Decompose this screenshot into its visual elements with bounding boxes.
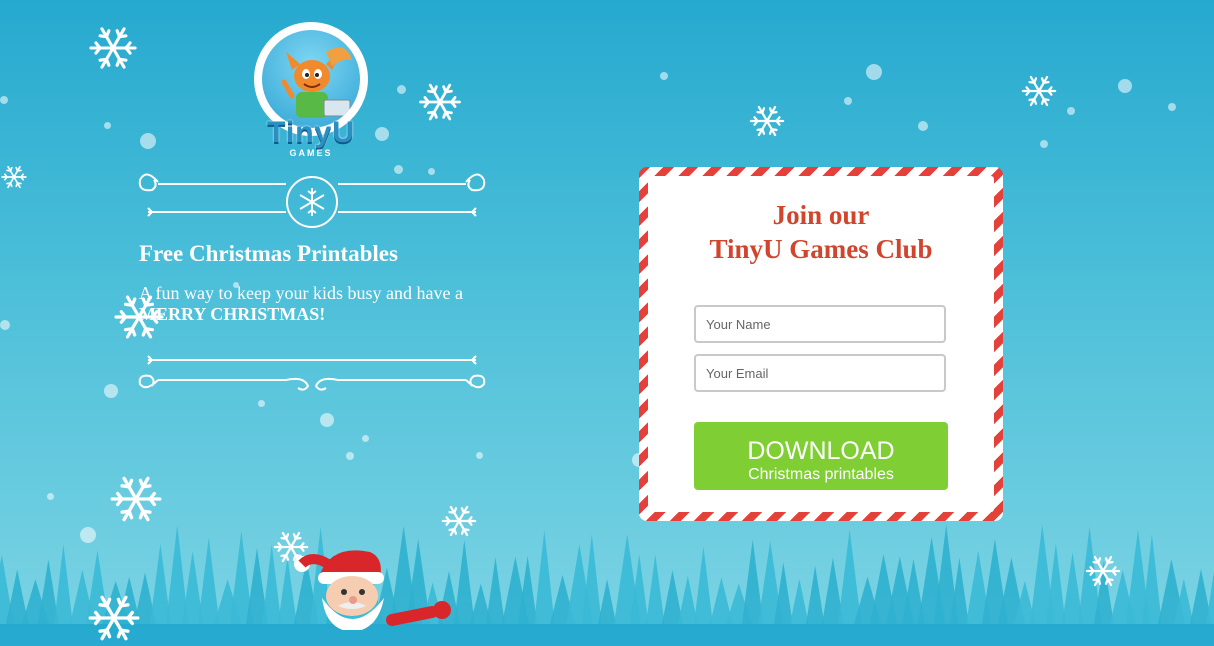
signup-title-line2: TinyU Games Club: [709, 234, 933, 264]
snow-dot: [1118, 79, 1132, 93]
snow-dot: [660, 72, 668, 80]
snow-dot: [844, 97, 852, 105]
santa-icon: [294, 550, 451, 630]
logo-wordmark: TinyU: [267, 116, 355, 149]
signup-title-line1: Join our: [772, 200, 870, 230]
snow-dot: [0, 320, 10, 330]
logo-subtitle: GAMES: [289, 148, 333, 158]
snow-dot: [918, 121, 928, 131]
snowflake-icon: [89, 27, 137, 69]
tinyu-mascot-icon: [262, 30, 360, 128]
promo-headline: Free Christmas Printables: [139, 241, 398, 266]
signup-title: Join our TinyU Games Club: [648, 198, 994, 266]
signup-card: Join our TinyU Games Club DOWNLOAD Chris…: [639, 167, 1003, 521]
snow-dot: [104, 122, 111, 129]
snowflake-icon: [441, 505, 477, 537]
ornament-divider-top: [138, 173, 486, 228]
ornament-divider-bottom: [138, 355, 486, 391]
snow-dot: [346, 452, 354, 460]
snow-dot: [0, 96, 8, 104]
page: TinyU GAMES Free Christmas Printables A …: [0, 0, 1214, 641]
snow-dot: [476, 452, 483, 459]
snow-dot: [1040, 140, 1048, 148]
snowflake-icon: [110, 476, 162, 522]
download-button-label: DOWNLOAD: [747, 436, 895, 465]
download-button-sublabel: Christmas printables: [748, 465, 894, 483]
snow-dot: [375, 127, 389, 141]
snowflake-icon: [1, 165, 27, 189]
snow-dot: [140, 133, 156, 149]
snow-dot: [47, 493, 54, 500]
download-button[interactable]: DOWNLOAD Christmas printables: [694, 422, 948, 490]
snowflake-icon: [1085, 555, 1121, 587]
snow-dot: [397, 85, 406, 94]
snow-dot: [362, 435, 369, 442]
signup-card-body: Join our TinyU Games Club DOWNLOAD Chris…: [648, 176, 994, 512]
snow-dot: [80, 527, 96, 543]
promo-intro: A fun way to keep your kids busy and hav…: [139, 283, 519, 325]
promo-intro-emphasis: MERRY CHRISTMAS!: [139, 304, 326, 324]
snowflake-icon: [749, 105, 785, 137]
snow-dot: [1168, 103, 1176, 111]
snowflake-icon: [299, 188, 325, 216]
snowflake-icon: [419, 83, 461, 121]
promo-intro-text: A fun way to keep your kids busy and hav…: [139, 283, 463, 303]
snow-dot: [866, 64, 882, 80]
snow-dot: [320, 413, 334, 427]
snow-dot: [104, 384, 118, 398]
snow-dot: [1067, 107, 1075, 115]
name-field[interactable]: [694, 305, 946, 343]
snowflake-icon: [88, 595, 140, 641]
email-field[interactable]: [694, 354, 946, 392]
snowflake-icon: [1021, 75, 1057, 107]
